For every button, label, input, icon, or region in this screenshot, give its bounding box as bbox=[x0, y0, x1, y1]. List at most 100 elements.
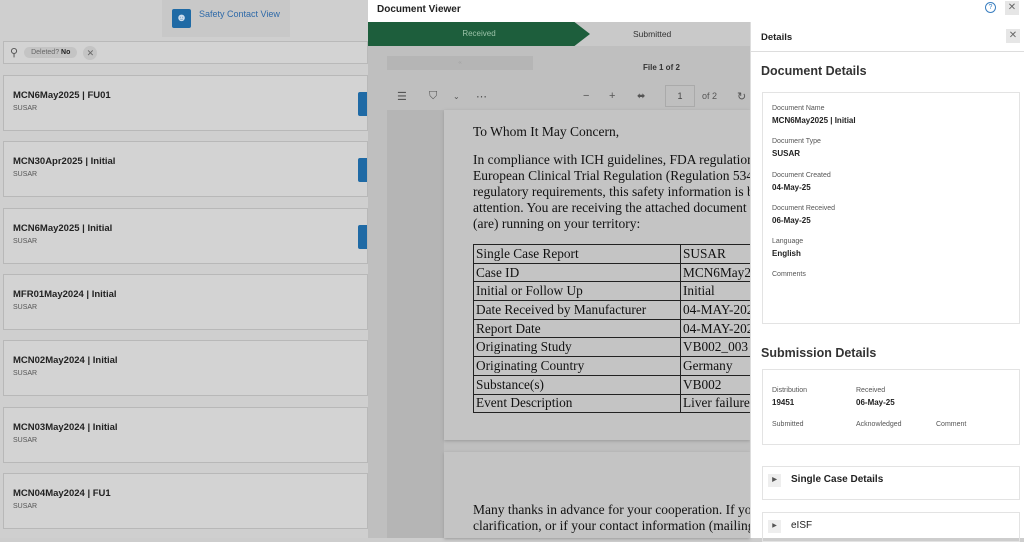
viewer-title: Document Viewer bbox=[377, 4, 461, 15]
table-row: Date Received by Manufacturer 04-MAY-202 bbox=[473, 300, 750, 320]
expand-icon[interactable]: ▶ bbox=[768, 474, 781, 487]
document-list-item[interactable]: MFR01May2024 | Initial SUSAR bbox=[3, 273, 368, 330]
field-value: English bbox=[772, 249, 801, 258]
item-action-button[interactable] bbox=[358, 158, 367, 183]
field-cell: Originating Country bbox=[473, 356, 681, 376]
single-case-details-section[interactable]: ▶ Single Case Details bbox=[762, 466, 1020, 500]
item-action-button[interactable] bbox=[358, 92, 367, 116]
case-table: Single Case ReportSUSARCase IDMCN6May20I… bbox=[473, 244, 750, 414]
safety-contact-view-button[interactable]: ☻ Safety Contact View bbox=[162, 0, 290, 37]
table-row: Substance(s) VB002 bbox=[473, 374, 750, 395]
value-cell: SUSAR bbox=[680, 244, 750, 264]
submitted-label: Submitted bbox=[772, 421, 804, 428]
item-type: SUSAR bbox=[13, 436, 38, 444]
expand-icon[interactable]: ▶ bbox=[768, 520, 781, 533]
fit-width-icon[interactable]: ⬌ bbox=[637, 91, 645, 102]
search-filter-bar[interactable]: ⚲ Deleted? No ✕ bbox=[3, 41, 368, 64]
field-label: Document Received bbox=[772, 205, 836, 212]
pdf-page-1: To Whom It May Concern, In compliance wi… bbox=[444, 110, 750, 440]
item-action-button[interactable] bbox=[358, 224, 367, 249]
field-cell: Originating Study bbox=[473, 337, 681, 358]
close-viewer-icon[interactable]: ✕ bbox=[1005, 1, 1019, 15]
file-nav-bar[interactable]: ‹‹ bbox=[387, 56, 533, 70]
document-viewer: ‹‹ File 1 of 2 ☰ ⛉ ⌄ ⋯ − + ⬌ 1 of 2 ↻ To… bbox=[368, 46, 750, 538]
paragraph-line: European Clinical Trial Regulation (Regu… bbox=[473, 168, 750, 183]
acknowledged-label: Acknowledged bbox=[856, 421, 902, 428]
zoom-in-icon[interactable]: + bbox=[609, 90, 615, 102]
document-list-item[interactable]: MCN03May2024 | Initial SUSAR bbox=[3, 406, 368, 463]
file-counter: File 1 of 2 bbox=[643, 63, 680, 72]
document-details-title: Document Details bbox=[761, 64, 867, 78]
section-label: eISF bbox=[791, 520, 813, 531]
page-total: of 2 bbox=[702, 91, 718, 101]
field-label: Document Type bbox=[772, 138, 821, 145]
filter-chip[interactable]: Deleted? No bbox=[24, 47, 78, 58]
field-label: Document Name bbox=[772, 105, 825, 112]
field-value: 04-May-25 bbox=[772, 183, 811, 192]
value-cell: 04-MAY-202 bbox=[680, 318, 750, 339]
more-icon[interactable]: ⋯ bbox=[476, 90, 487, 103]
field-cell: Case ID bbox=[473, 262, 681, 283]
section-label: Single Case Details bbox=[791, 474, 884, 485]
comment-label: Comment bbox=[936, 421, 967, 428]
item-type: SUSAR bbox=[13, 370, 38, 378]
item-type: SUSAR bbox=[13, 237, 38, 245]
value-cell: Initial bbox=[680, 281, 750, 302]
item-name: MCN03May2024 | Initial bbox=[13, 421, 118, 433]
value-cell: MCN6May20 bbox=[680, 262, 750, 283]
page2-line: clarification, or if your contact inform… bbox=[473, 518, 750, 533]
field-label: Language bbox=[772, 238, 804, 245]
value-cell: Liver failure bbox=[680, 393, 750, 414]
table-row: Event Description Liver failure bbox=[473, 393, 750, 414]
field-label: Comments bbox=[772, 271, 806, 278]
greeting: To Whom It May Concern, bbox=[473, 124, 620, 139]
thumbnail-strip bbox=[387, 110, 444, 538]
paragraph-line: In compliance with ICH guidelines, FDA r… bbox=[473, 152, 750, 167]
item-name: MCN6May2025 | Initial bbox=[13, 222, 113, 234]
document-list-item[interactable]: MCN30Apr2025 | Initial SUSAR bbox=[3, 141, 368, 198]
document-details-card: Document Name MCN6May2025 | Initial Docume… bbox=[762, 92, 1020, 324]
item-name: MCN02May2024 | Initial bbox=[13, 355, 118, 367]
pdf-toolbar: ☰ ⛉ ⌄ ⋯ − + ⬌ 1 of 2 ↻ bbox=[387, 82, 750, 110]
paragraph-line: attention. You are receiving the attache… bbox=[473, 200, 750, 215]
step-received: Received bbox=[368, 22, 590, 46]
document-list-item[interactable]: MCN6May2025 | Initial SUSAR bbox=[3, 207, 368, 264]
item-name: MCN6May2025 | FU01 bbox=[13, 90, 111, 101]
field-cell: Date Received by Manufacturer bbox=[473, 300, 681, 320]
table-row: Originating Country Germany bbox=[473, 356, 750, 376]
field-value: 06-May-25 bbox=[772, 216, 811, 225]
distribution-value: 19451 bbox=[772, 398, 795, 407]
document-list-item[interactable]: MCN04May2024 | FU1 SUSAR bbox=[3, 472, 368, 529]
submission-details-title: Submission Details bbox=[761, 346, 877, 360]
document-list-item[interactable]: MCN6May2025 | FU01 SUSAR bbox=[3, 75, 368, 131]
page-number-input[interactable]: 1 bbox=[665, 85, 695, 107]
detail-field: Language English bbox=[772, 238, 1019, 258]
field-label: Document Created bbox=[772, 172, 831, 179]
search-icon: ⚲ bbox=[10, 47, 19, 59]
table-row: Single Case Report SUSAR bbox=[473, 244, 750, 264]
item-name: MCN30Apr2025 | Initial bbox=[13, 156, 116, 168]
remove-filter-icon[interactable]: ✕ bbox=[83, 45, 98, 60]
highlight-icon[interactable]: ⛉ bbox=[429, 90, 437, 103]
received-label: Received bbox=[856, 387, 886, 394]
detail-field: Document Type SUSAR bbox=[772, 138, 1019, 158]
field-value: MCN6May2025 | Initial bbox=[772, 116, 856, 125]
submission-details-card: Distribution 19451 Received 06-May-25 Subm… bbox=[762, 369, 1020, 445]
item-type: SUSAR bbox=[13, 105, 38, 112]
table-row: Originating Study VB002_003 bbox=[473, 337, 750, 358]
details-header: Details bbox=[751, 22, 1024, 52]
value-cell: VB002_003 bbox=[680, 337, 750, 358]
chevron-down-icon[interactable]: ⌄ bbox=[453, 92, 460, 101]
rotate-icon[interactable]: ↻ bbox=[737, 90, 746, 103]
item-type: SUSAR bbox=[13, 502, 38, 510]
close-details-icon[interactable]: ✕ bbox=[1006, 29, 1020, 43]
value-cell: Germany bbox=[680, 356, 750, 376]
zoom-out-icon[interactable]: − bbox=[583, 90, 589, 102]
document-list-item[interactable]: MCN02May2024 | Initial SUSAR bbox=[3, 340, 368, 397]
field-cell: Event Description bbox=[473, 393, 681, 414]
outline-icon[interactable]: ☰ bbox=[397, 90, 407, 103]
item-type: SUSAR bbox=[13, 303, 38, 311]
received-value: 06-May-25 bbox=[856, 398, 895, 407]
document-list-panel: ☻ Safety Contact View ⚲ Deleted? No ✕ MCN… bbox=[0, 0, 368, 538]
help-icon[interactable]: ? bbox=[985, 2, 996, 13]
